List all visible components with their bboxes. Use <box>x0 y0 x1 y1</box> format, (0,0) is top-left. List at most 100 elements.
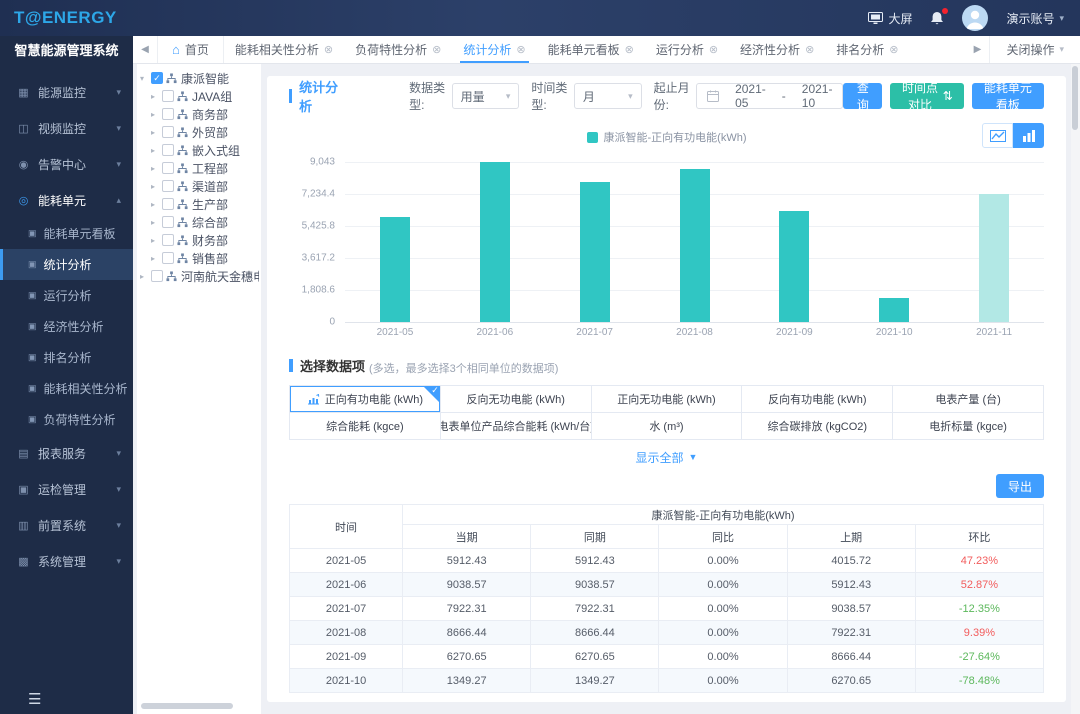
content-v-scrollbar-thumb[interactable] <box>1072 66 1078 130</box>
big-screen-button[interactable]: 大屏 <box>868 10 912 27</box>
data-type-select[interactable]: 用量 ▾ <box>452 83 520 109</box>
caret-right-icon[interactable]: ▸ <box>151 146 161 155</box>
notifications-button[interactable] <box>930 11 944 26</box>
caret-right-icon[interactable]: ▸ <box>140 272 150 281</box>
tree-checkbox[interactable] <box>162 180 174 192</box>
sidebar-item[interactable]: ◉告警中心▾ <box>0 146 133 182</box>
export-button[interactable]: 导出 <box>996 474 1044 498</box>
sidebar-item[interactable]: ◫视频监控▾ <box>0 110 133 146</box>
sidebar-subitem[interactable]: ▣统计分析 <box>0 249 133 280</box>
sidebar-subitem[interactable]: ▣能耗单元看板 <box>0 218 133 249</box>
show-all-button[interactable]: 显示全部 ▼ <box>289 442 1044 472</box>
data-item-chip[interactable]: 正向无功电能 (kWh) <box>592 386 743 413</box>
sidebar-subitem[interactable]: ▣负荷特性分析 <box>0 404 133 435</box>
caret-right-icon[interactable]: ▸ <box>151 182 161 191</box>
close-icon[interactable]: ⊗ <box>625 43 634 56</box>
bar-2021-05[interactable] <box>380 217 410 322</box>
tree-checkbox[interactable] <box>162 144 174 156</box>
tree-checkbox[interactable] <box>162 108 174 120</box>
close-icon[interactable]: ⊗ <box>709 43 718 56</box>
tree-checkbox[interactable] <box>162 216 174 228</box>
bar-2021-06[interactable] <box>480 162 510 322</box>
tree-node[interactable]: ▸工程部 <box>151 159 259 177</box>
bar-2021-07[interactable] <box>580 182 610 322</box>
tree-checkbox[interactable] <box>162 162 174 174</box>
tree-node[interactable]: ▸综合部 <box>151 213 259 231</box>
data-item-chip[interactable]: 水 (m³) <box>592 413 743 440</box>
sidebar-subitem[interactable]: ▣经济性分析 <box>0 311 133 342</box>
account-menu[interactable]: 演示账号 ▾ <box>1006 10 1064 27</box>
sidebar-subitem[interactable]: ▣运行分析 <box>0 280 133 311</box>
close-operations-menu[interactable]: 关闭操作 ▾ <box>989 36 1080 63</box>
tab-能耗相关性分析[interactable]: 能耗相关性分析⊗ <box>224 36 344 63</box>
data-item-chip[interactable]: 电表产量 (台) <box>893 386 1044 413</box>
content-v-scrollbar[interactable] <box>1071 64 1080 714</box>
tab-经济性分析[interactable]: 经济性分析⊗ <box>729 36 825 63</box>
close-icon[interactable]: ⊗ <box>432 43 441 56</box>
time-compare-button[interactable]: 时间点对比 ⇅ <box>890 83 964 109</box>
bar-2021-11[interactable] <box>979 194 1009 322</box>
sidebar-subitem[interactable]: ▣能耗相关性分析 <box>0 373 133 404</box>
sidebar-item[interactable]: ▩系统管理▾ <box>0 543 133 579</box>
close-icon[interactable]: ⊗ <box>805 43 814 56</box>
caret-right-icon[interactable]: ▸ <box>151 110 161 119</box>
sidebar-collapse-button[interactable]: ☰ <box>0 688 133 714</box>
data-item-chip[interactable]: 反向有功电能 (kWh) <box>742 386 893 413</box>
tree-node[interactable]: ▸商务部 <box>151 105 259 123</box>
tab-运行分析[interactable]: 运行分析⊗ <box>645 36 729 63</box>
data-item-chip[interactable]: 电表单位产品综合能耗 (kWh/台) <box>441 413 592 440</box>
energy-unit-kanban-button[interactable]: 能耗单元看板 <box>972 83 1044 109</box>
bar-2021-09[interactable] <box>779 211 809 322</box>
caret-right-icon[interactable]: ▸ <box>151 236 161 245</box>
sidebar-subitem[interactable]: ▣排名分析 <box>0 342 133 373</box>
caret-right-icon[interactable]: ▸ <box>151 92 161 101</box>
tabs-scroll-left-icon[interactable]: ◀ <box>133 44 157 55</box>
tab-排名分析[interactable]: 排名分析⊗ <box>825 36 909 63</box>
tree-node[interactable]: ▸JAVA组 <box>151 87 259 105</box>
tree-checkbox[interactable] <box>162 234 174 246</box>
close-icon[interactable]: ⊗ <box>324 43 333 56</box>
tab-统计分析[interactable]: 统计分析⊗ <box>452 36 536 63</box>
table-row[interactable]: 2021-077922.317922.310.00%9038.57-12.35% <box>290 597 1044 621</box>
data-item-chip[interactable]: 电折标量 (kgce) <box>893 413 1044 440</box>
tab-home[interactable]: ⌂ 首页 <box>157 36 224 63</box>
table-row[interactable]: 2021-055912.435912.430.00%4015.7247.23% <box>290 549 1044 573</box>
tree-node[interactable]: ▸渠道部 <box>151 177 259 195</box>
tree-checkbox[interactable] <box>151 270 163 282</box>
data-item-chip[interactable]: 反向无功电能 (kWh) <box>441 386 592 413</box>
avatar[interactable] <box>962 5 988 31</box>
tree-h-scrollbar-thumb[interactable] <box>141 703 233 709</box>
bar-2021-08[interactable] <box>680 169 710 322</box>
caret-right-icon[interactable]: ▸ <box>151 164 161 173</box>
tree-checkbox[interactable] <box>162 198 174 210</box>
data-item-chip[interactable]: 综合能耗 (kgce) <box>290 413 441 440</box>
tree-checkbox[interactable] <box>162 126 174 138</box>
sidebar-item[interactable]: ▦能源监控▾ <box>0 74 133 110</box>
tab-负荷特性分析[interactable]: 负荷特性分析⊗ <box>344 36 452 63</box>
time-type-select[interactable]: 月 ▾ <box>574 83 642 109</box>
tree-node[interactable]: ▸嵌入式组 <box>151 141 259 159</box>
table-row[interactable]: 2021-096270.656270.650.00%8666.44-27.64% <box>290 645 1044 669</box>
tabs-scroll-right-icon[interactable]: ▶ <box>965 44 989 55</box>
tree-node[interactable]: ▸河南航天金穗电子有 <box>140 267 259 285</box>
sidebar-item[interactable]: ▤报表服务▾ <box>0 435 133 471</box>
tree-node[interactable]: ▾✓康派智能 <box>140 69 259 87</box>
caret-right-icon[interactable]: ▸ <box>151 128 161 137</box>
caret-right-icon[interactable]: ▸ <box>151 218 161 227</box>
bar-2021-10[interactable] <box>879 298 909 322</box>
tree-checkbox[interactable] <box>162 90 174 102</box>
sidebar-item[interactable]: ▣运检管理▾ <box>0 471 133 507</box>
chart-legend[interactable]: 康派智能-正向有功电能(kWh) <box>587 129 747 145</box>
tree-checkbox[interactable]: ✓ <box>151 72 163 84</box>
close-icon[interactable]: ⊗ <box>516 43 525 56</box>
data-item-chip[interactable]: 正向有功电能 (kWh)✓ <box>290 386 441 413</box>
table-row[interactable]: 2021-069038.579038.570.00%5912.4352.87% <box>290 573 1044 597</box>
table-row[interactable]: 2021-088666.448666.440.00%7922.319.39% <box>290 621 1044 645</box>
caret-down-icon[interactable]: ▾ <box>140 74 150 83</box>
caret-right-icon[interactable]: ▸ <box>151 254 161 263</box>
data-item-chip[interactable]: 综合碳排放 (kgCO2) <box>742 413 893 440</box>
sidebar-item[interactable]: ▥前置系统▾ <box>0 507 133 543</box>
bar-chart-toggle[interactable] <box>1013 123 1044 148</box>
query-button[interactable]: 查询 <box>843 83 882 109</box>
tree-h-scrollbar[interactable] <box>137 702 261 710</box>
